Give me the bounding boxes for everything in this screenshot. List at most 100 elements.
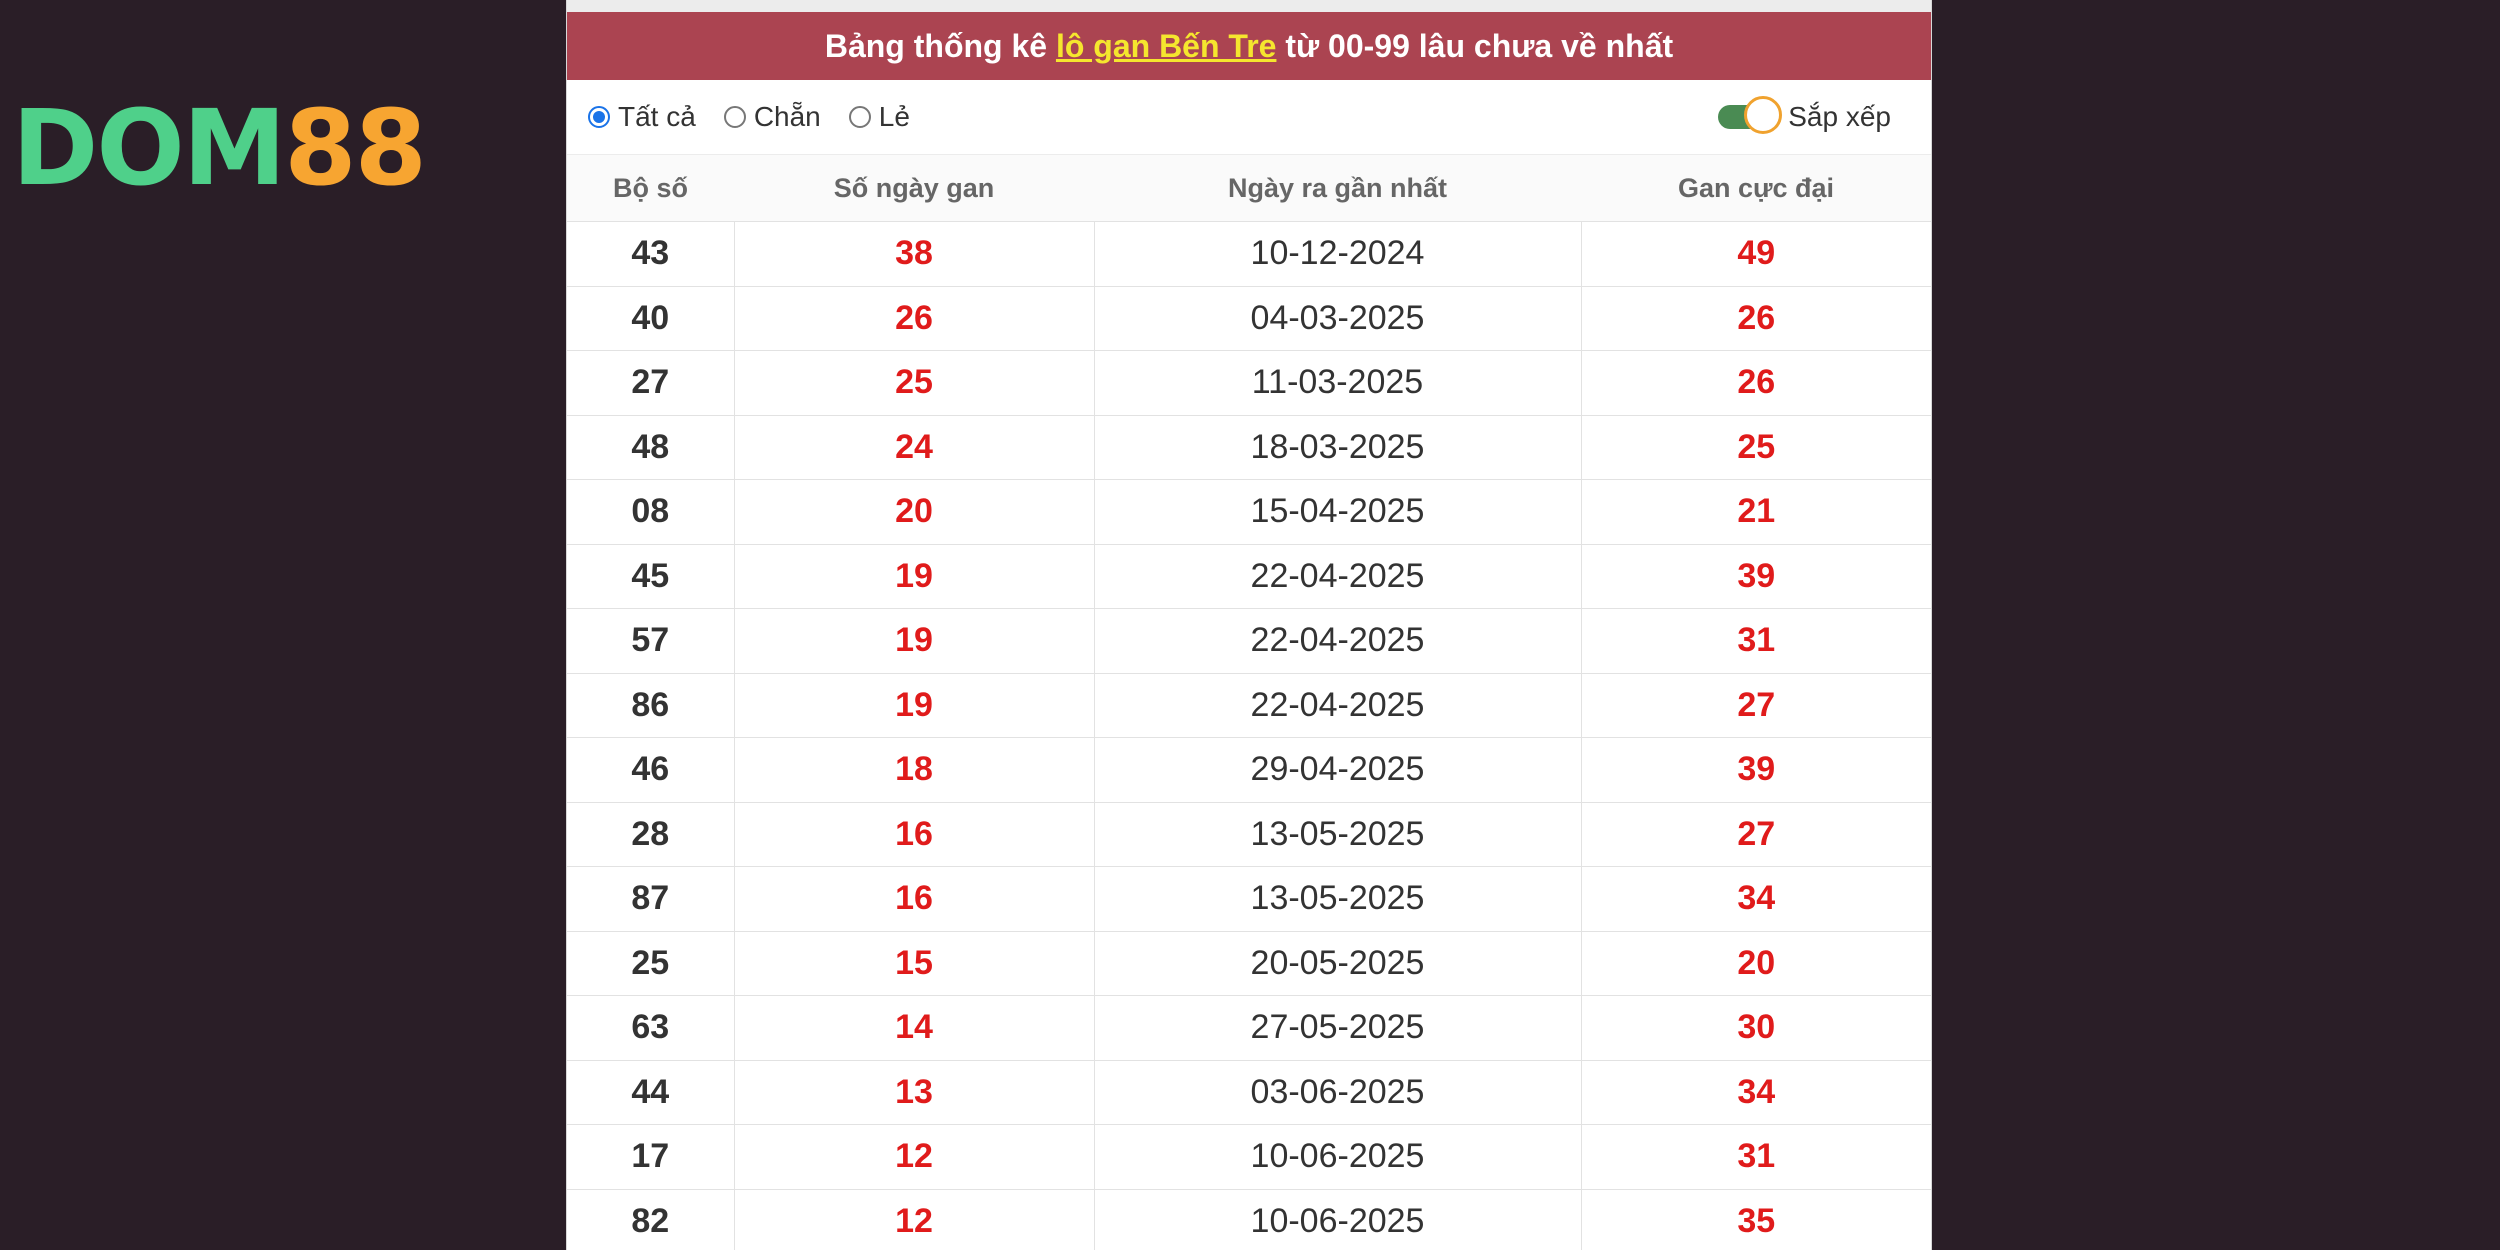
radio-odd[interactable]: Lẻ: [848, 101, 910, 133]
parity-radio-group: Tất cả Chẵn Lẻ: [588, 80, 938, 154]
cell-days-gan: 15: [734, 931, 1095, 996]
radio-all[interactable]: Tất cả: [588, 101, 696, 133]
cell-number: 25: [567, 931, 735, 996]
cell-days-gan: 19: [734, 673, 1095, 738]
cell-days-gan: 13: [734, 1060, 1095, 1125]
table-row: 40 26 04-03-2025 26: [567, 286, 1931, 351]
table-row: 57 19 22-04-2025 31: [567, 608, 1931, 674]
panel-top-strip: [567, 0, 1931, 12]
radio-odd-circle[interactable]: [848, 106, 871, 128]
cell-days-gan: 26: [734, 286, 1095, 351]
cell-days-gan: 18: [734, 737, 1095, 803]
title-prefix: Bảng thống kê: [824, 28, 1056, 64]
cell-days-gan: 19: [734, 544, 1095, 609]
cell-number: 87: [567, 866, 735, 932]
table-row: 48 24 18-03-2025 25: [567, 415, 1931, 480]
sort-toggle[interactable]: Sắp xếp: [1718, 80, 1891, 154]
brand-logo: DOM88: [12, 96, 427, 200]
table-row: 44 13 03-06-2025 34: [567, 1060, 1931, 1125]
cell-number: 17: [567, 1124, 735, 1190]
cell-last-date: 10-12-2024: [1094, 221, 1582, 287]
cell-number: 63: [567, 995, 735, 1061]
cell-last-date: 13-05-2025: [1094, 802, 1582, 867]
cell-days-gan: 25: [734, 350, 1095, 416]
radio-odd-label: Lẻ: [878, 101, 910, 132]
cell-last-date: 27-05-2025: [1094, 995, 1582, 1061]
cell-last-date: 13-05-2025: [1094, 866, 1582, 932]
cell-max-gan: 21: [1581, 479, 1931, 545]
stats-panel: Bảng thống kê lô gan Bến Tre từ 00-99 lâ…: [566, 0, 1932, 1250]
cell-days-gan: 24: [734, 415, 1095, 480]
table-row: 46 18 29-04-2025 39: [567, 737, 1931, 803]
cell-number: 08: [567, 479, 735, 545]
cell-number: 44: [567, 1060, 735, 1125]
cell-days-gan: 16: [734, 866, 1095, 932]
cell-number: 45: [567, 544, 735, 609]
cell-days-gan: 14: [734, 995, 1095, 1061]
table-row: 86 19 22-04-2025 27: [567, 673, 1931, 738]
cell-days-gan: 12: [734, 1124, 1095, 1190]
table-header-row: Bộ số Số ngày gan Ngày ra gần nhất Gan c…: [567, 155, 1931, 222]
radio-even-circle[interactable]: [723, 106, 746, 128]
sort-toggle-label: Sắp xếp: [1788, 101, 1891, 132]
table-row: 17 12 10-06-2025 31: [567, 1124, 1931, 1190]
table-row: 45 19 22-04-2025 39: [567, 544, 1931, 609]
cell-number: 46: [567, 737, 735, 803]
cell-days-gan: 16: [734, 802, 1095, 867]
radio-all-label: Tất cả: [618, 101, 696, 132]
title-suffix: từ 00-99 lâu chưa về nhất: [1276, 28, 1674, 64]
header-number: Bộ số: [567, 155, 734, 222]
cell-days-gan: 19: [734, 608, 1095, 674]
table-body: 43 38 10-12-2024 49 40 26 04-03-2025 26 27 25 11-0…: [567, 221, 1931, 1250]
cell-max-gan: 27: [1581, 802, 1931, 867]
cell-last-date: 29-04-2025: [1094, 737, 1582, 803]
cell-max-gan: 26: [1581, 350, 1931, 416]
cell-number: 86: [567, 673, 735, 738]
cell-last-date: 22-04-2025: [1094, 673, 1582, 738]
cell-max-gan: 35: [1581, 1189, 1931, 1250]
radio-even[interactable]: Chẵn: [723, 101, 821, 133]
radio-all-circle[interactable]: [588, 106, 610, 128]
cell-number: 27: [567, 350, 735, 416]
cell-max-gan: 30: [1581, 995, 1931, 1061]
cell-max-gan: 34: [1581, 866, 1931, 932]
cell-number: 43: [567, 221, 735, 287]
cell-max-gan: 49: [1581, 221, 1931, 287]
table-row: 43 38 10-12-2024 49: [567, 221, 1931, 287]
cell-max-gan: 26: [1581, 286, 1931, 351]
table-row: 08 20 15-04-2025 21: [567, 479, 1931, 545]
header-days-gan: Số ngày gan: [734, 155, 1094, 222]
header-last-date: Ngày ra gần nhất: [1094, 155, 1581, 222]
cell-number: 28: [567, 802, 735, 867]
cell-max-gan: 25: [1581, 415, 1931, 480]
cell-days-gan: 20: [734, 479, 1095, 545]
cell-max-gan: 27: [1581, 673, 1931, 738]
table-row: 25 15 20-05-2025 20: [567, 931, 1931, 996]
cell-last-date: 03-06-2025: [1094, 1060, 1582, 1125]
cell-last-date: 15-04-2025: [1094, 479, 1582, 545]
cell-number: 48: [567, 415, 735, 480]
cell-max-gan: 34: [1581, 1060, 1931, 1125]
cell-max-gan: 20: [1581, 931, 1931, 996]
cell-number: 57: [567, 608, 735, 674]
filter-row: Tất cả Chẵn Lẻ Sắp xếp: [567, 80, 1931, 155]
cell-last-date: 04-03-2025: [1094, 286, 1582, 351]
cell-max-gan: 31: [1581, 608, 1931, 674]
cell-max-gan: 39: [1581, 544, 1931, 609]
radio-even-label: Chẵn: [753, 101, 821, 132]
cell-max-gan: 39: [1581, 737, 1931, 803]
table-row: 28 16 13-05-2025 27: [567, 802, 1931, 867]
cell-last-date: 22-04-2025: [1094, 608, 1582, 674]
logo-text-main: DOM: [12, 87, 286, 209]
sort-toggle-switch[interactable]: [1718, 96, 1783, 134]
cell-last-date: 18-03-2025: [1094, 415, 1582, 480]
table-row: 82 12 10-06-2025 35: [567, 1189, 1931, 1250]
cell-max-gan: 31: [1581, 1124, 1931, 1190]
cell-number: 40: [567, 286, 735, 351]
cell-number: 82: [567, 1189, 735, 1250]
cell-last-date: 10-06-2025: [1094, 1124, 1582, 1190]
cell-last-date: 22-04-2025: [1094, 544, 1582, 609]
title-link[interactable]: lô gan Bến Tre: [1056, 28, 1276, 64]
cell-last-date: 20-05-2025: [1094, 931, 1582, 996]
table-row: 87 16 13-05-2025 34: [567, 866, 1931, 932]
